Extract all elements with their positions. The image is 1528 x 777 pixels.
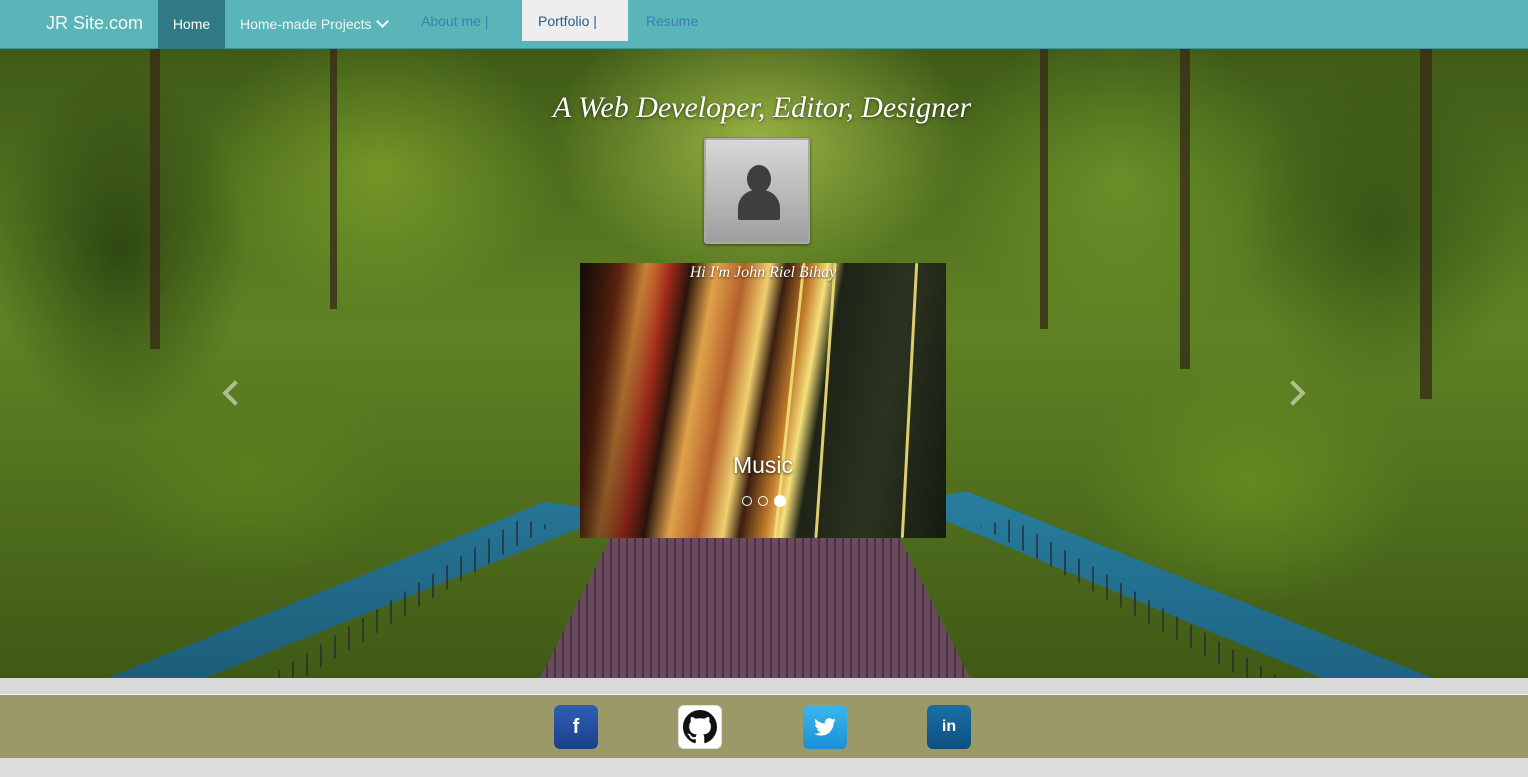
guitar-string xyxy=(900,263,919,538)
tree-trunk xyxy=(330,49,337,309)
carousel-indicator[interactable] xyxy=(742,495,752,506)
brand-link[interactable]: JR Site.com xyxy=(46,13,143,34)
navbar: JR Site.com Home Home-made Projects Abou… xyxy=(0,0,1528,49)
greeting-text: Hi I'm John Riel Bihay xyxy=(689,264,837,281)
page-bottom-bar xyxy=(0,758,1528,777)
carousel[interactable]: Hi I'm John Riel Bihay Music xyxy=(580,263,946,538)
hero-background: A Web Developer, Editor, Designer Hi I'm… xyxy=(0,49,1528,678)
nav-item-home-made-projects[interactable]: Home-made Projects xyxy=(240,0,389,49)
bridge-posts-left xyxy=(250,519,550,678)
nav-item-home[interactable]: Home xyxy=(158,0,225,49)
avatar-body xyxy=(738,190,780,220)
twitter-icon[interactable] xyxy=(803,705,847,749)
nav-item-label: Home-made Projects xyxy=(240,16,372,32)
avatar-head xyxy=(747,165,771,193)
carousel-indicator-active[interactable] xyxy=(774,494,786,507)
carousel-indicators xyxy=(742,492,792,507)
linkedin-icon[interactable]: in xyxy=(927,705,971,749)
carousel-prev-icon[interactable] xyxy=(222,380,248,406)
guitar-string xyxy=(814,263,837,538)
avatar xyxy=(704,138,810,244)
facebook-icon[interactable]: f xyxy=(554,705,598,749)
chevron-down-icon xyxy=(375,15,389,28)
carousel-indicator[interactable] xyxy=(758,495,768,506)
carousel-caption: Music xyxy=(732,452,794,478)
carousel-next-icon[interactable] xyxy=(1280,380,1306,406)
hero-title: A Web Developer, Editor, Designer xyxy=(552,91,972,124)
footer: f in xyxy=(0,694,1528,758)
github-icon[interactable] xyxy=(678,705,722,749)
bridge-posts-right xyxy=(980,519,1300,678)
nav-item-portfolio[interactable]: Portfolio | xyxy=(522,0,628,41)
footer-divider xyxy=(0,678,1528,694)
nav-item-about-me[interactable]: About me | xyxy=(421,13,488,29)
nav-item-resume[interactable]: Resume xyxy=(646,13,698,29)
